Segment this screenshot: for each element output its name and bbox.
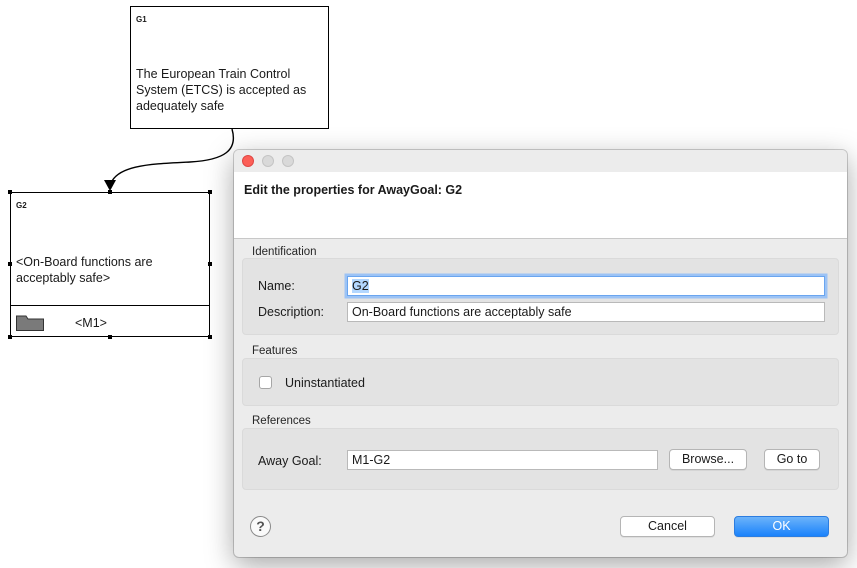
references-section-label: References (252, 415, 311, 427)
selection-handle[interactable] (108, 335, 112, 339)
away-goal-label: Away Goal: (258, 454, 322, 468)
goal-g1[interactable]: G1 The European Train Control System (ET… (130, 6, 329, 129)
uninstantiated-checkbox[interactable] (259, 376, 272, 389)
dialog-header-title: Edit the properties for AwayGoal: G2 (244, 183, 463, 197)
connector-line (109, 128, 234, 187)
goal-g2-divider (11, 305, 209, 306)
window-zoom-button[interactable] (282, 155, 294, 167)
dialog-header: Edit the properties for AwayGoal: G2 (234, 172, 847, 239)
edit-properties-dialog: Edit the properties for AwayGoal: G2 Ide… (234, 150, 847, 557)
selection-handle[interactable] (8, 262, 12, 266)
selection-handle[interactable] (108, 190, 112, 194)
dialog-titlebar[interactable] (234, 150, 847, 172)
goal-g2-module-label: <M1> (75, 316, 107, 330)
name-label: Name: (258, 279, 295, 293)
uninstantiated-label[interactable]: Uninstantiated (285, 376, 365, 390)
features-section-label: Features (252, 345, 298, 357)
window-close-button[interactable] (242, 155, 254, 167)
selection-handle[interactable] (208, 262, 212, 266)
browse-button[interactable]: Browse... (669, 449, 747, 470)
ok-button[interactable]: OK (734, 516, 829, 537)
selection-handle[interactable] (208, 335, 212, 339)
identification-section-label: Identification (252, 246, 317, 258)
selection-handle[interactable] (8, 190, 12, 194)
features-group: Uninstantiated (242, 358, 839, 406)
goal-g1-text: The European Train Control System (ETCS)… (136, 67, 307, 113)
description-field[interactable]: On-Board functions are acceptably safe (347, 302, 825, 322)
goal-g2-text: <On-Board functions are acceptably safe> (16, 255, 153, 285)
goto-button[interactable]: Go to (764, 449, 820, 470)
goal-g2[interactable]: G2 <On-Board functions are acceptably sa… (10, 192, 210, 337)
selection-handle[interactable] (208, 190, 212, 194)
goal-g1-id: G1 (136, 15, 147, 24)
selection-handle[interactable] (8, 335, 12, 339)
description-label: Description: (258, 305, 324, 319)
help-icon[interactable]: ? (250, 516, 271, 537)
name-field[interactable]: G2 (347, 276, 825, 296)
name-field-value: G2 (352, 279, 369, 293)
window-minimize-button[interactable] (262, 155, 274, 167)
goal-g2-id: G2 (16, 201, 27, 210)
away-goal-field[interactable]: M1-G2 (347, 450, 658, 470)
module-folder-icon (16, 315, 44, 331)
identification-group: Name: G2 Description: On-Board functions… (242, 258, 839, 335)
references-group: Away Goal: M1-G2 Browse... Go to (242, 428, 839, 490)
cancel-button[interactable]: Cancel (620, 516, 715, 537)
